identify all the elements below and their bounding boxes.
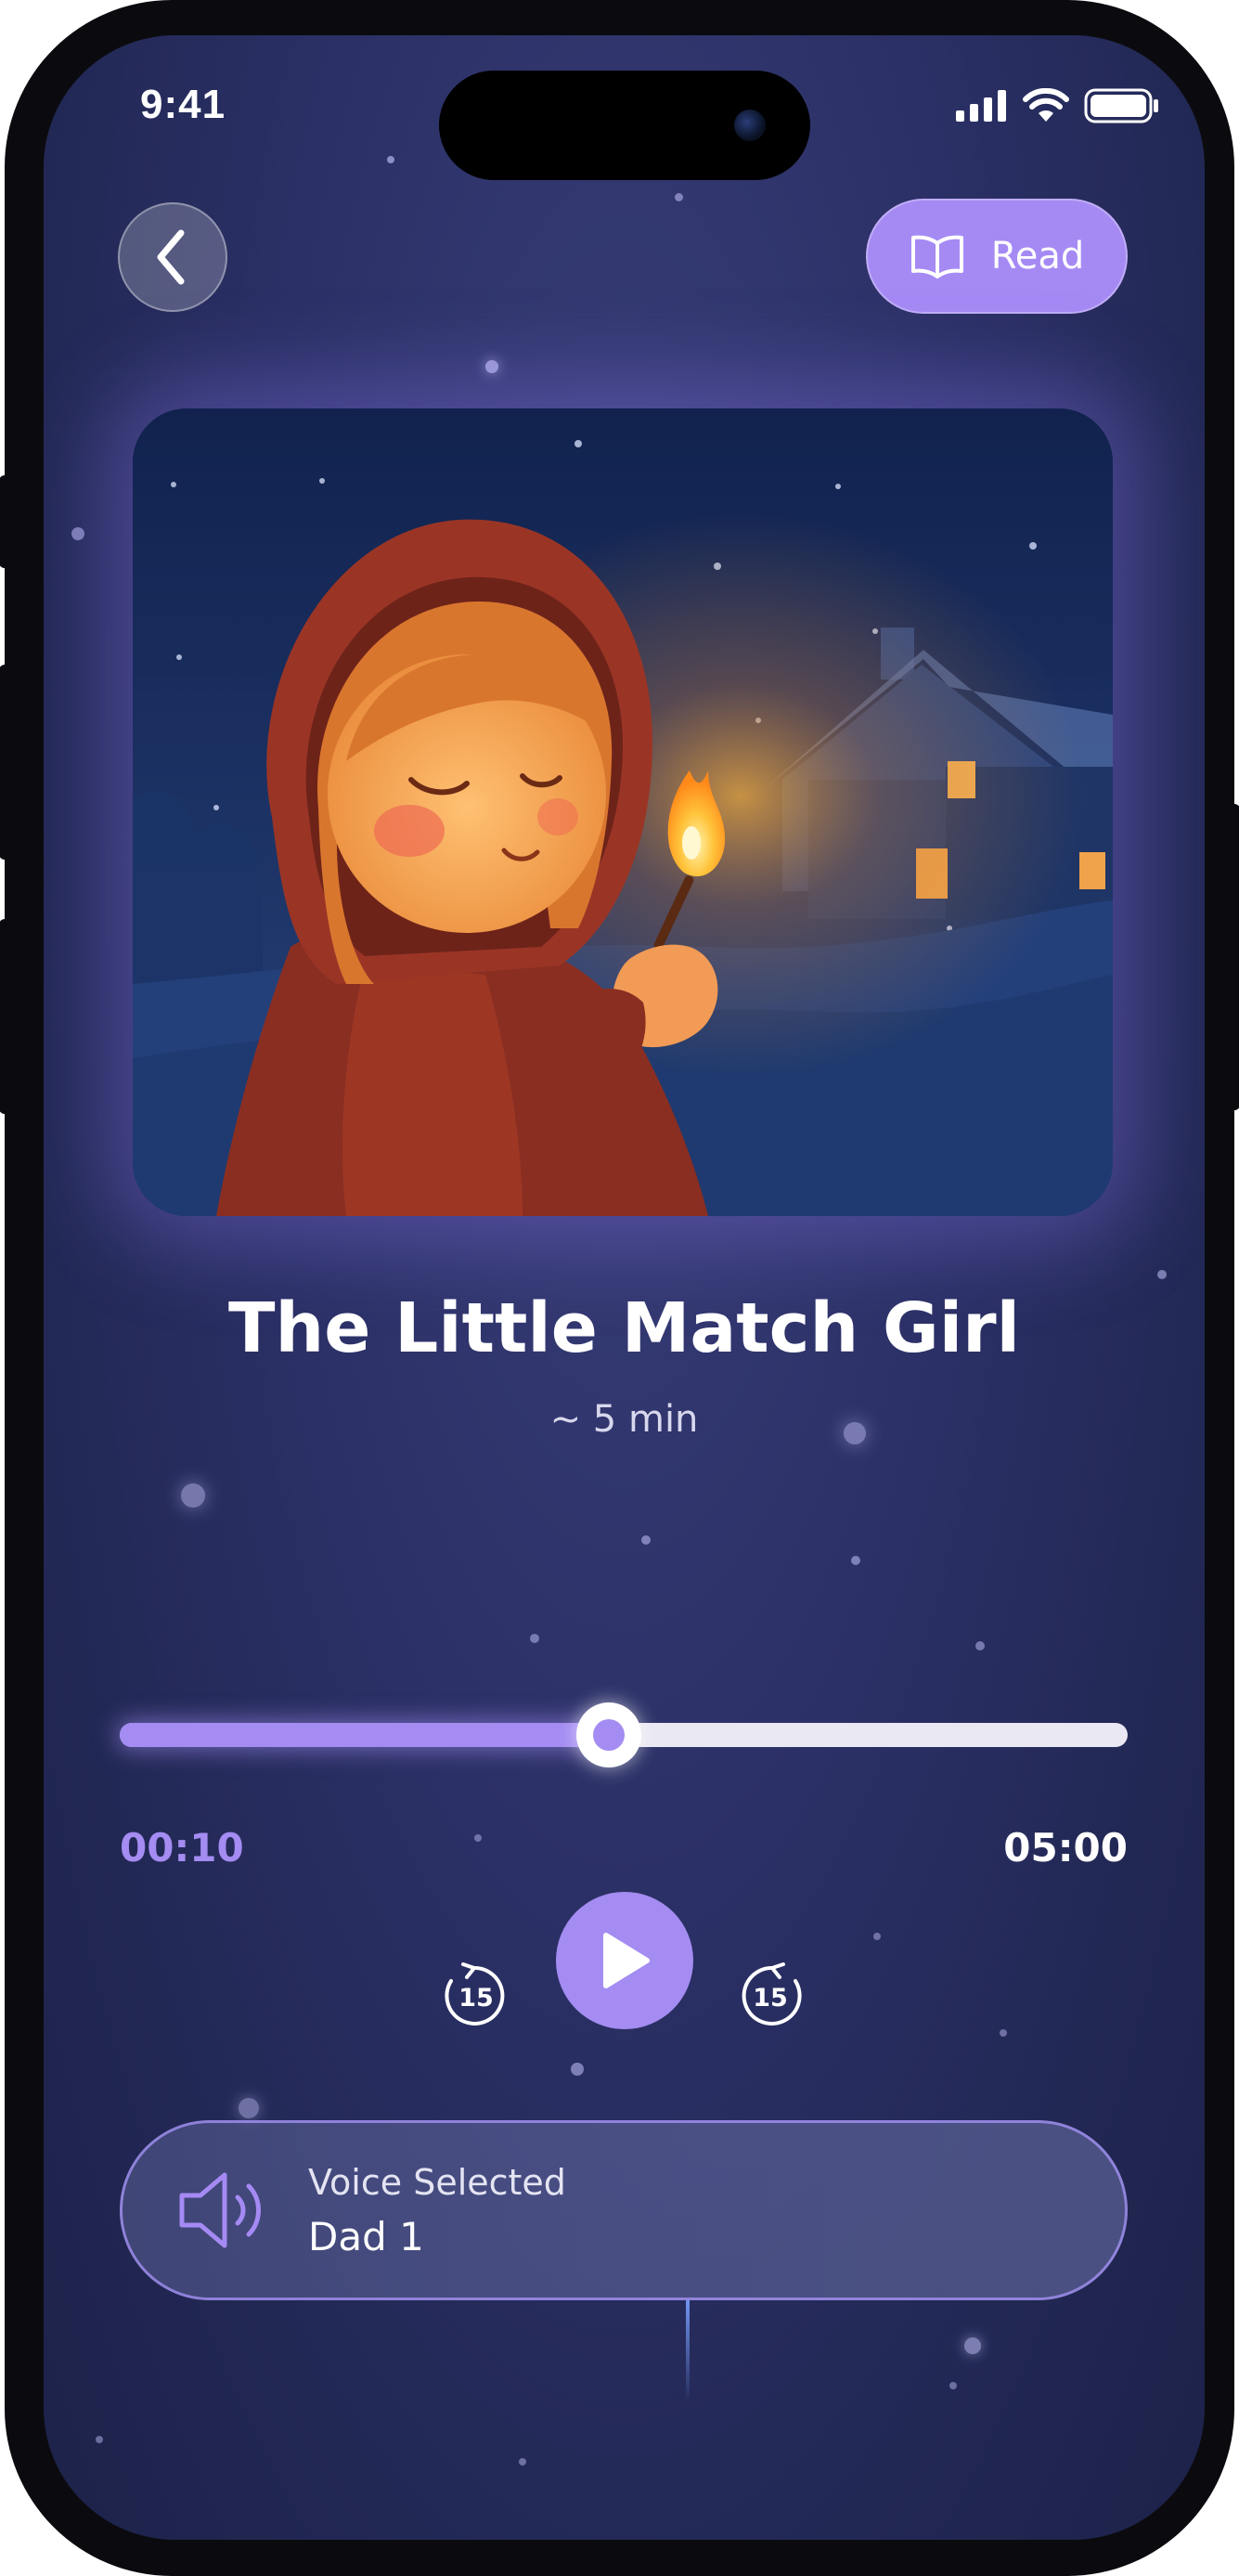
voice-selected-label: Voice Selected	[308, 2162, 566, 2203]
signal-icon	[956, 90, 1006, 122]
background-star	[239, 2098, 259, 2118]
app-screen: 9:41 Read The Little Match Girl ~ 5 min …	[44, 35, 1205, 2540]
total-time: 05:00	[1003, 1825, 1128, 1871]
play-icon	[603, 1933, 650, 1988]
action-button	[0, 475, 14, 568]
speaker-icon	[179, 2172, 261, 2248]
book-open-icon	[910, 235, 963, 278]
background-star	[530, 1634, 539, 1643]
rewind-label: 15	[458, 1984, 494, 2013]
voice-name: Dad 1	[308, 2214, 424, 2259]
background-star	[1000, 2029, 1007, 2037]
progress-fill	[120, 1723, 609, 1747]
power-button	[1225, 804, 1239, 1110]
story-title: The Little Match Girl	[228, 1288, 1020, 1368]
volume-up-button	[0, 665, 14, 860]
forward-label: 15	[753, 1984, 788, 2013]
forward-15-button[interactable]: 15	[735, 1961, 806, 2031]
read-button[interactable]: Read	[866, 199, 1128, 314]
voice-selector[interactable]: Voice Selected Dad 1	[120, 2120, 1128, 2300]
volume-down-button	[0, 919, 14, 1114]
current-time: 00:10	[120, 1825, 244, 1871]
wifi-icon	[1023, 88, 1069, 122]
story-duration: ~ 5 min	[549, 1398, 699, 1441]
status-icons	[956, 87, 1160, 124]
play-button[interactable]	[556, 1892, 693, 2029]
chevron-left-icon	[157, 229, 185, 285]
background-star	[519, 2458, 526, 2466]
background-star	[96, 2436, 103, 2443]
camera-icon	[734, 110, 766, 141]
background-star	[387, 156, 394, 163]
background-star	[675, 193, 683, 201]
progress-thumb-dot	[592, 1719, 625, 1751]
background-star	[571, 2063, 584, 2076]
background-star	[485, 360, 498, 373]
rewind-15-button[interactable]: 15	[441, 1961, 511, 2031]
status-time: 9:41	[140, 82, 226, 127]
background-star	[851, 1556, 860, 1565]
phone-frame: 9:41 Read The Little Match Girl ~ 5 min …	[0, 0, 1239, 2576]
match-girl-illustration	[133, 408, 1113, 1216]
back-button[interactable]	[118, 202, 227, 312]
progress-thumb[interactable]	[575, 1702, 641, 1767]
dynamic-island	[439, 71, 810, 180]
background-star	[474, 1834, 482, 1842]
story-cover-image	[133, 408, 1113, 1216]
battery-icon	[1084, 88, 1158, 123]
background-star	[1157, 1270, 1167, 1279]
decorative-light-beam	[686, 2300, 690, 2402]
background-star	[641, 1535, 651, 1545]
background-star	[181, 1483, 205, 1508]
background-star	[975, 1641, 985, 1650]
background-star	[873, 1933, 881, 1940]
background-star	[949, 2382, 957, 2389]
background-star	[964, 2337, 981, 2354]
read-label: Read	[990, 235, 1085, 278]
background-star	[71, 527, 84, 540]
